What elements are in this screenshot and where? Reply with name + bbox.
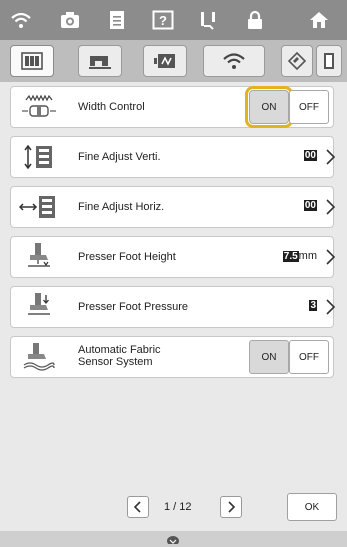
camera-icon[interactable] — [57, 8, 83, 32]
presser-foot-pressure-number: 3 — [309, 300, 317, 311]
fine-adjust-horizontal-number: 00 — [303, 200, 317, 211]
presser-foot-pressure-row[interactable]: Presser Foot Pressure 3 — [10, 286, 336, 328]
bottom-bar — [0, 531, 347, 547]
fine-adjust-vertical-row[interactable]: Fine Adjust Verti. 00 — [10, 136, 336, 178]
presser-foot-pressure-icon — [19, 292, 59, 322]
tab-machine-settings[interactable] — [78, 45, 122, 77]
expand-down-icon[interactable] — [166, 534, 180, 544]
presser-foot-height-value: 7.5 mm — [282, 250, 317, 262]
wifi-icon[interactable] — [8, 8, 34, 32]
wifi-settings-icon — [223, 53, 245, 69]
fine-adjust-horizontal-row[interactable]: Fine Adjust Horiz. 00 — [10, 186, 336, 228]
help-icon[interactable]: ? — [150, 8, 176, 32]
tab-sewing-settings[interactable] — [10, 45, 54, 77]
tab-wifi-settings[interactable] — [203, 45, 265, 77]
chevron-left-icon — [133, 501, 141, 513]
eraser-icon — [287, 51, 307, 71]
fine-adjust-horizontal-icon — [19, 192, 59, 222]
page-indicator: 1 / 12 — [164, 501, 192, 513]
width-control-label: Width Control — [78, 101, 145, 113]
eraser-button[interactable] — [281, 45, 313, 77]
settings-tab-row — [0, 40, 347, 82]
machine-settings-icon — [89, 56, 111, 69]
automatic-fabric-sensor-label-line1: Automatic Fabric — [78, 344, 161, 356]
chevron-right-icon — [326, 299, 336, 315]
lock-icon[interactable] — [242, 8, 268, 32]
chevron-right-icon — [326, 249, 336, 265]
fabric-sensor-on-button[interactable]: ON — [249, 340, 289, 374]
top-icon-bar: ? — [0, 0, 347, 40]
presser-foot-pressure-label: Presser Foot Pressure — [78, 301, 189, 313]
previous-page-button[interactable] — [127, 496, 149, 518]
presser-foot-height-label: Presser Foot Height — [78, 251, 176, 263]
fabric-sensor-icon — [19, 342, 59, 372]
presser-foot-height-number: 7.5 — [282, 250, 299, 262]
display-settings-icon — [154, 54, 175, 68]
presser-foot-pressure-value: 3 — [309, 300, 317, 311]
tab-display-settings[interactable] — [143, 45, 187, 77]
svg-text:?: ? — [159, 13, 167, 28]
next-page-button[interactable] — [220, 496, 242, 518]
presser-foot-height-icon — [19, 242, 59, 272]
home-icon[interactable] — [306, 8, 332, 32]
ok-button[interactable]: OK — [287, 493, 337, 521]
document-icon[interactable] — [104, 8, 130, 32]
sewing-settings-icon — [21, 52, 43, 70]
fine-adjust-horizontal-value: 00 — [303, 200, 317, 211]
threading-icon[interactable] — [196, 8, 222, 32]
width-control-row: Width Control ON OFF — [10, 86, 334, 128]
chevron-right-icon — [326, 149, 336, 165]
width-control-on-button[interactable]: ON — [245, 86, 293, 128]
fine-adjust-vertical-label: Fine Adjust Verti. — [78, 151, 161, 163]
fine-adjust-vertical-value: 00 — [303, 150, 317, 161]
chevron-right-icon — [228, 501, 236, 513]
fine-adjust-horizontal-label: Fine Adjust Horiz. — [78, 201, 165, 213]
width-control-icon — [19, 92, 59, 122]
fabric-sensor-off-button[interactable]: OFF — [289, 340, 329, 374]
width-control-off-button[interactable]: OFF — [289, 90, 329, 124]
info-button[interactable] — [316, 45, 342, 77]
settings-list: Width Control ON OFF Fine Adjust Verti. … — [0, 82, 347, 434]
automatic-fabric-sensor-row: Automatic Fabric Sensor System ON OFF — [10, 336, 334, 378]
presser-foot-height-row[interactable]: Presser Foot Height 7.5 mm — [10, 236, 336, 278]
presser-foot-height-unit: mm — [298, 250, 317, 262]
fine-adjust-vertical-icon — [19, 142, 59, 172]
chevron-right-icon — [326, 199, 336, 215]
automatic-fabric-sensor-label: Automatic Fabric Sensor System — [78, 344, 161, 368]
info-icon — [324, 53, 334, 69]
fine-adjust-vertical-number: 00 — [303, 150, 317, 161]
automatic-fabric-sensor-label-line2: Sensor System — [78, 356, 153, 368]
